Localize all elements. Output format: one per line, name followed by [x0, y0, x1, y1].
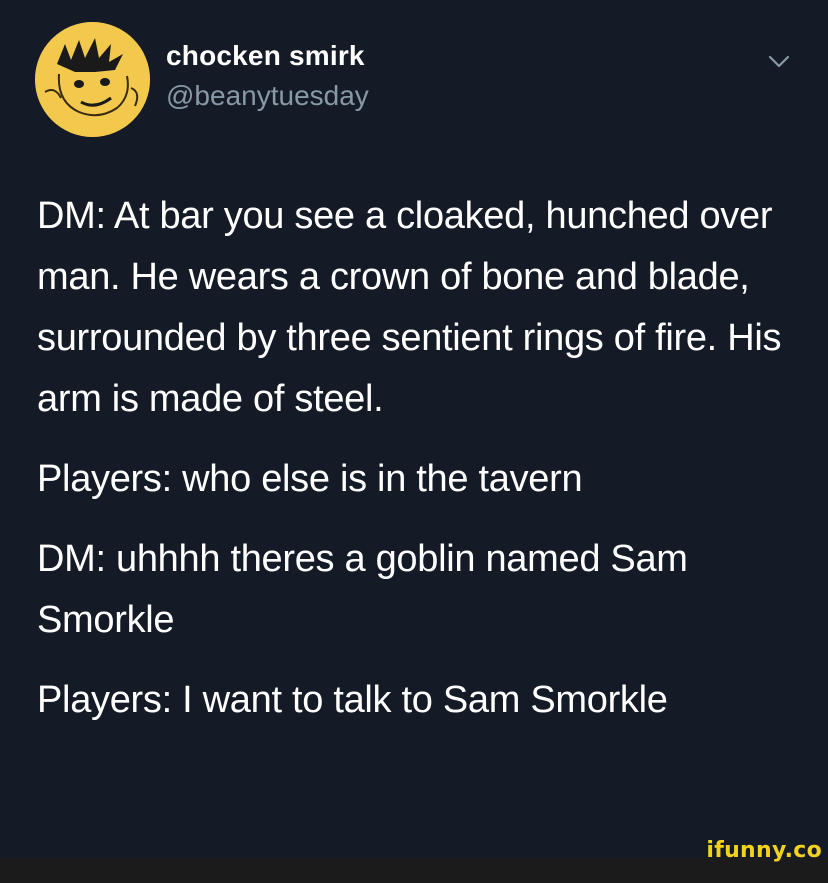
avatar[interactable]	[35, 22, 150, 137]
tweet-text: DM: At bar you see a cloaked, hunched ov…	[37, 186, 797, 731]
tweet-paragraph: DM: uhhhh theres a goblin named Sam Smor…	[37, 538, 688, 641]
cartoon-avatar-icon	[35, 22, 150, 137]
display-name[interactable]: chocken smirk	[166, 40, 365, 72]
watermark-logo: ifunny.co	[706, 838, 822, 863]
tweet-paragraph: Players: who else is in the tavern	[37, 458, 583, 500]
tweet-paragraph: DM: At bar you see a cloaked, hunched ov…	[37, 195, 782, 420]
chevron-down-icon	[768, 55, 790, 68]
tweet-menu-button[interactable]	[766, 48, 792, 74]
tweet-paragraph: Players: I want to talk to Sam Smorkle	[37, 679, 668, 721]
tweet-card: chocken smirk @beanytuesday DM: At bar y…	[0, 0, 828, 858]
watermark-bar	[0, 858, 828, 883]
user-handle[interactable]: @beanytuesday	[166, 80, 369, 112]
